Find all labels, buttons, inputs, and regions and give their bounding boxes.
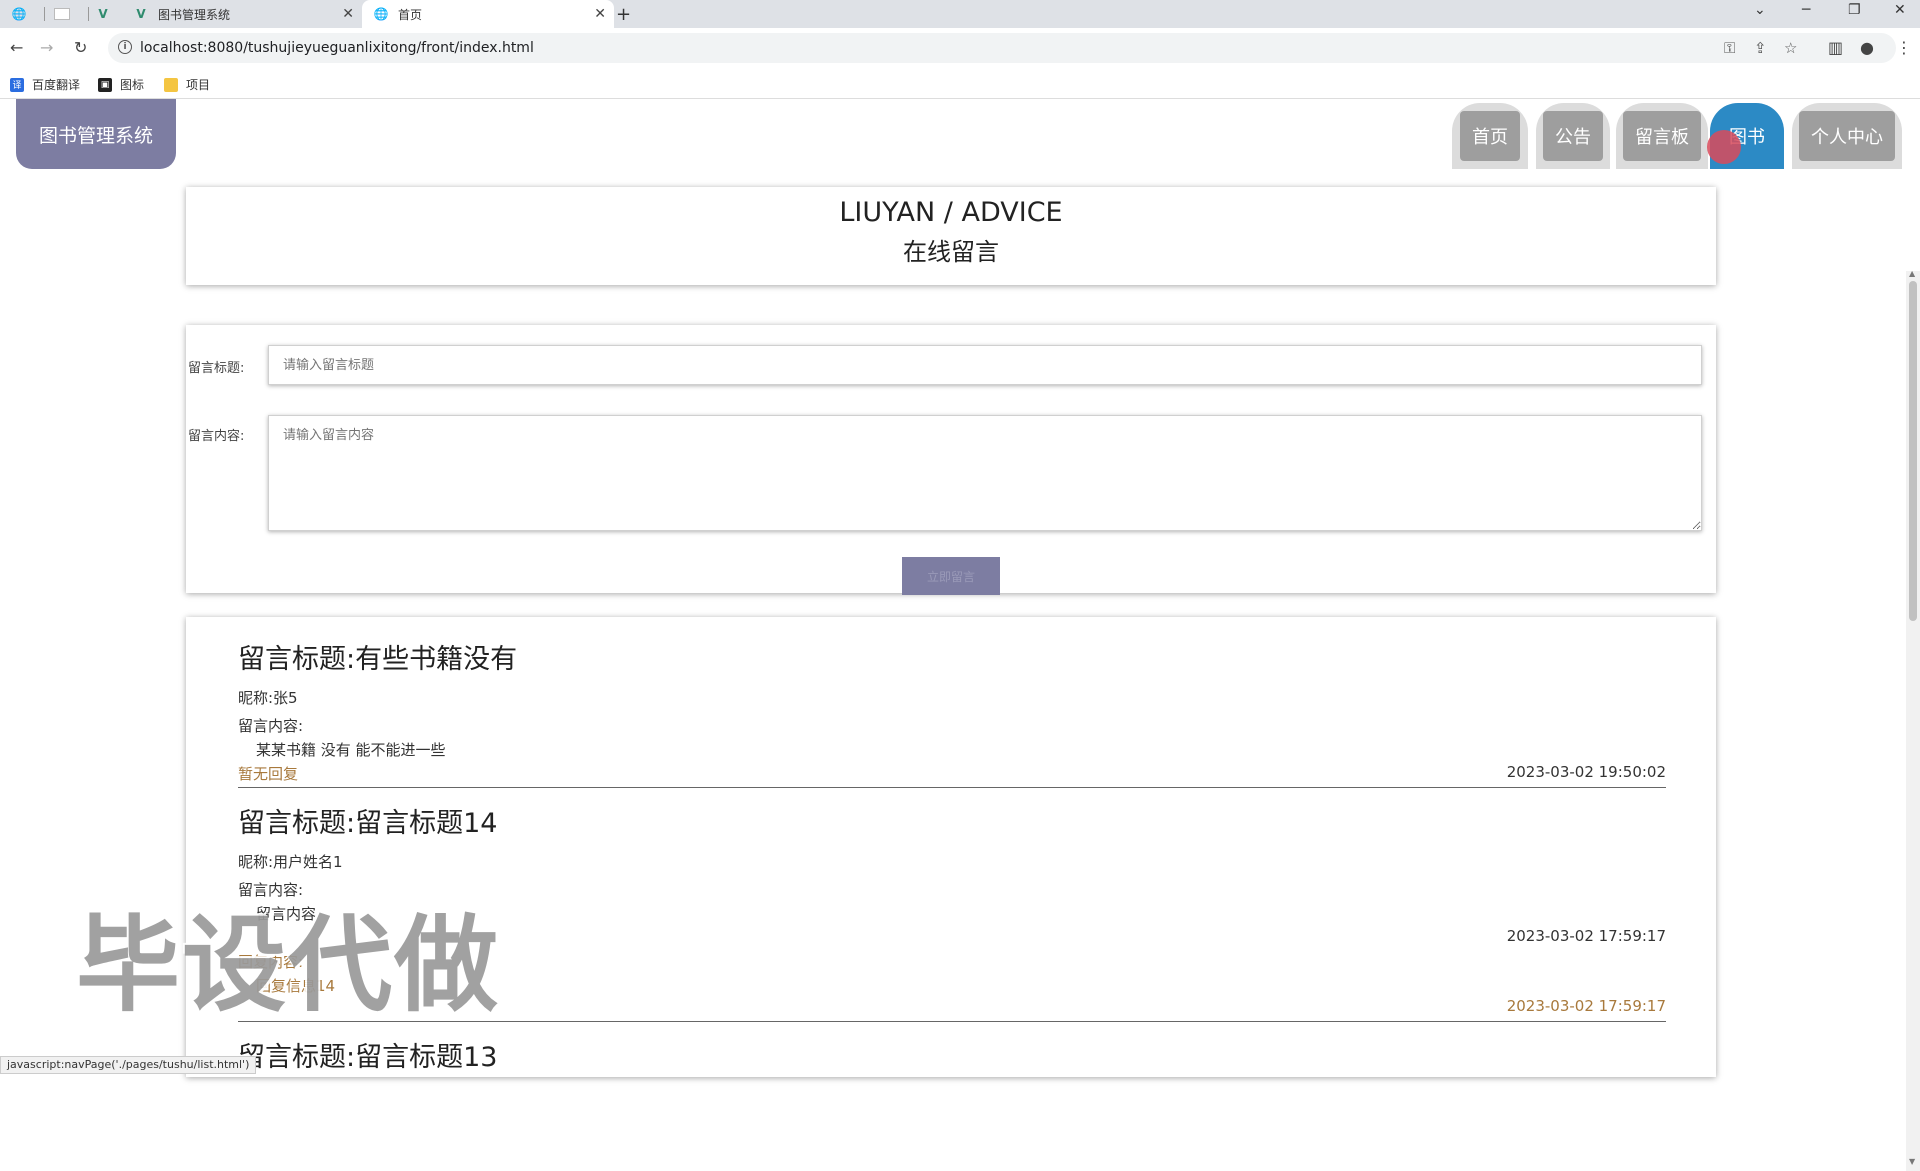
watermark-text: 毕设代做 bbox=[76, 904, 501, 1026]
message-title: 留言标题:留言标题13 bbox=[238, 1042, 498, 1073]
tab-separator bbox=[88, 7, 89, 21]
nav-notice[interactable]: 公告 bbox=[1536, 103, 1610, 169]
section-header: LIUYAN / ADVICE 在线留言 bbox=[186, 187, 1716, 285]
nav-label: 首页 bbox=[1460, 111, 1520, 161]
bookmark-label: 项目 bbox=[186, 78, 211, 92]
key-icon[interactable]: ⚿ bbox=[1724, 39, 1735, 57]
reload-icon[interactable]: ↻ bbox=[74, 38, 87, 57]
globe-icon: 🌐 bbox=[373, 7, 389, 21]
page-scrollbar[interactable]: ▲ ▼ bbox=[1906, 269, 1920, 1171]
back-arrow-icon[interactable]: ← bbox=[10, 38, 23, 57]
bookmark-project[interactable]: 项目 bbox=[164, 76, 210, 93]
message-nickname: 昵称:张5 bbox=[238, 689, 298, 707]
browser-tab-library-system[interactable]: V 图书管理系统 ✕ bbox=[128, 0, 362, 28]
nav-label: 个人中心 bbox=[1799, 111, 1895, 161]
message-reply-time: 2023-03-02 17:59:17 bbox=[1506, 997, 1666, 1015]
nav-home[interactable]: 首页 bbox=[1452, 103, 1528, 169]
more-menu-icon[interactable]: ⋮ bbox=[1896, 38, 1912, 57]
browser-tab-home[interactable]: 🌐 首页 ✕ bbox=[362, 0, 614, 28]
bookmark-baidu-translate[interactable]: 译 百度翻译 bbox=[10, 76, 80, 93]
new-tab-button[interactable]: + bbox=[616, 0, 636, 28]
folder-icon bbox=[164, 77, 178, 92]
scroll-up-arrow-icon[interactable]: ▲ bbox=[1909, 269, 1915, 278]
message-reply: 暂无回复 bbox=[238, 765, 299, 783]
nav-label: 留言板 bbox=[1623, 111, 1701, 161]
forward-arrow-icon[interactable]: → bbox=[40, 38, 53, 57]
site-logo[interactable]: 图书管理系统 bbox=[16, 99, 176, 169]
vue-logo-icon: V bbox=[98, 7, 108, 21]
globe-icon: 🌐 bbox=[11, 7, 27, 21]
mouse-cursor-highlight bbox=[1707, 130, 1741, 164]
restore-icon[interactable]: ❐ bbox=[1848, 2, 1861, 18]
vue-logo-icon: V bbox=[136, 7, 146, 21]
share-icon[interactable]: ⇪ bbox=[1754, 39, 1767, 57]
bookmarks-bar: 译 百度翻译 ▣ 图标 项目 bbox=[0, 68, 1920, 99]
tab-search-icon[interactable]: ⌄ bbox=[1754, 2, 1766, 18]
close-tab-icon[interactable]: ✕ bbox=[594, 6, 606, 22]
star-bookmark-icon[interactable]: ☆ bbox=[1784, 39, 1797, 57]
nav-personal-center[interactable]: 个人中心 bbox=[1792, 103, 1902, 169]
message-time: 2023-03-02 17:59:17 bbox=[1506, 927, 1666, 945]
message-content-textarea[interactable] bbox=[268, 415, 1702, 531]
bookmark-label: 百度翻译 bbox=[32, 78, 81, 92]
submit-message-button[interactable]: 立即留言 bbox=[902, 557, 1000, 595]
nav-message-board[interactable]: 留言板 bbox=[1616, 103, 1708, 169]
message-title: 留言标题:有些书籍没有 bbox=[238, 644, 518, 675]
tab-separator bbox=[44, 7, 45, 21]
message-nickname: 昵称:用户姓名1 bbox=[238, 853, 343, 871]
address-bar[interactable]: i localhost:8080/tushujieyueguanlixitong… bbox=[108, 33, 1896, 63]
browser-tab-pinned-2[interactable] bbox=[54, 0, 80, 28]
browser-tab-pinned-1[interactable]: 🌐 bbox=[12, 0, 38, 28]
link-status-bar: javascript:navPage('./pages/tushu/list.h… bbox=[0, 1056, 257, 1074]
image-icon: ▣ bbox=[98, 77, 112, 92]
tab-title: 图书管理系统 bbox=[158, 7, 231, 22]
scroll-down-arrow-icon[interactable]: ▼ bbox=[1909, 1157, 1915, 1166]
browser-toolbar: ← → ↻ i localhost:8080/tushujieyueguanli… bbox=[0, 28, 1920, 69]
bookmark-icons[interactable]: ▣ 图标 bbox=[98, 76, 144, 93]
message-content: 某某书籍 没有 能不能进一些 bbox=[256, 741, 446, 759]
browser-tab-strip: 🌐 V V 图书管理系统 ✕ 🌐 首页 ✕ + ⌄ ─ ❐ ✕ bbox=[0, 0, 1920, 28]
section-title-zh: 在线留言 bbox=[903, 238, 999, 266]
message-content-label: 留言内容: bbox=[238, 717, 304, 735]
blank-page-icon bbox=[54, 8, 70, 20]
content-label: 留言内容: bbox=[188, 429, 245, 444]
message-form: 留言标题: 留言内容: 立即留言 bbox=[186, 325, 1716, 595]
profile-avatar-icon[interactable]: ● bbox=[1860, 38, 1874, 57]
nav-label: 公告 bbox=[1543, 111, 1603, 161]
message-title: 留言标题:留言标题14 bbox=[238, 808, 498, 839]
title-label: 留言标题: bbox=[188, 361, 245, 376]
message-time: 2023-03-02 19:50:02 bbox=[1506, 763, 1666, 781]
message-title-input[interactable] bbox=[268, 345, 1702, 385]
message-divider bbox=[238, 787, 1666, 788]
address-url[interactable]: localhost:8080/tushujieyueguanlixitong/f… bbox=[140, 40, 534, 56]
minimize-icon[interactable]: ─ bbox=[1802, 2, 1810, 18]
section-title-en: LIUYAN / ADVICE bbox=[839, 197, 1063, 228]
info-icon[interactable]: i bbox=[118, 40, 132, 54]
close-tab-icon[interactable]: ✕ bbox=[342, 6, 354, 22]
browser-tab-pinned-3[interactable]: V bbox=[96, 0, 122, 28]
scrollbar-thumb[interactable] bbox=[1909, 281, 1917, 621]
bookmark-label: 图标 bbox=[120, 78, 145, 92]
translate-icon: 译 bbox=[10, 77, 24, 92]
close-window-icon[interactable]: ✕ bbox=[1894, 2, 1906, 18]
tab-title: 首页 bbox=[398, 7, 423, 22]
side-panel-icon[interactable]: ▥ bbox=[1828, 38, 1843, 57]
